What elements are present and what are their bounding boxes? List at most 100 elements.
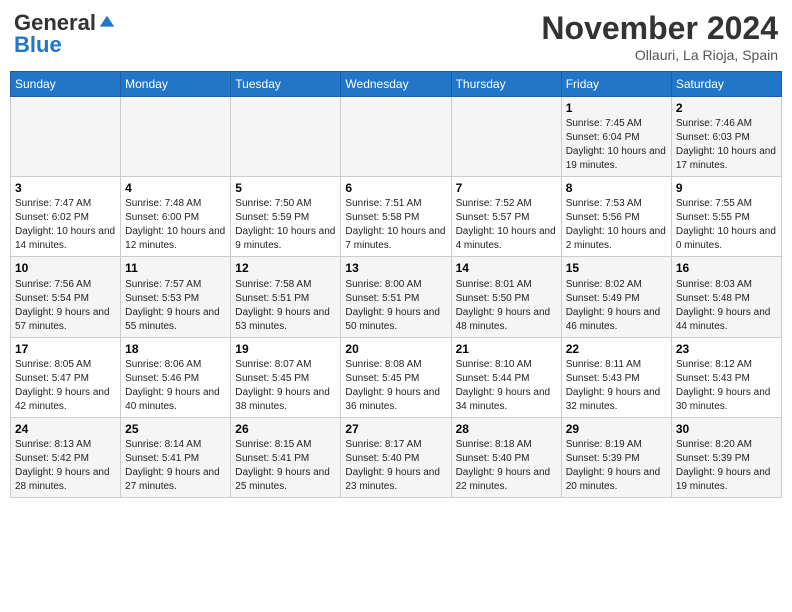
calendar-cell: 12Sunrise: 7:58 AMSunset: 5:51 PMDayligh…	[231, 257, 341, 337]
day-number: 23	[676, 341, 777, 357]
day-number: 4	[125, 180, 226, 196]
calendar-week-row: 17Sunrise: 8:05 AMSunset: 5:47 PMDayligh…	[11, 337, 782, 417]
calendar-cell	[121, 97, 231, 177]
calendar-week-row: 24Sunrise: 8:13 AMSunset: 5:42 PMDayligh…	[11, 417, 782, 497]
day-number: 28	[456, 421, 557, 437]
day-number: 19	[235, 341, 336, 357]
weekday-header-row: SundayMondayTuesdayWednesdayThursdayFrid…	[11, 72, 782, 97]
weekday-header-thursday: Thursday	[451, 72, 561, 97]
calendar-cell: 20Sunrise: 8:08 AMSunset: 5:45 PMDayligh…	[341, 337, 451, 417]
day-info: Sunrise: 8:11 AMSunset: 5:43 PMDaylight:…	[566, 358, 667, 414]
day-info: Sunrise: 7:46 AMSunset: 6:03 PMDaylight:…	[676, 117, 777, 173]
day-number: 27	[345, 421, 446, 437]
weekday-header-monday: Monday	[121, 72, 231, 97]
day-info: Sunrise: 8:05 AMSunset: 5:47 PMDaylight:…	[15, 358, 116, 414]
weekday-header-friday: Friday	[561, 72, 671, 97]
day-info: Sunrise: 8:03 AMSunset: 5:48 PMDaylight:…	[676, 278, 777, 334]
weekday-header-wednesday: Wednesday	[341, 72, 451, 97]
calendar-cell: 24Sunrise: 8:13 AMSunset: 5:42 PMDayligh…	[11, 417, 121, 497]
day-info: Sunrise: 8:20 AMSunset: 5:39 PMDaylight:…	[676, 438, 777, 494]
day-info: Sunrise: 8:14 AMSunset: 5:41 PMDaylight:…	[125, 438, 226, 494]
calendar-cell: 17Sunrise: 8:05 AMSunset: 5:47 PMDayligh…	[11, 337, 121, 417]
calendar-cell: 14Sunrise: 8:01 AMSunset: 5:50 PMDayligh…	[451, 257, 561, 337]
calendar-cell: 15Sunrise: 8:02 AMSunset: 5:49 PMDayligh…	[561, 257, 671, 337]
day-info: Sunrise: 7:47 AMSunset: 6:02 PMDaylight:…	[15, 197, 116, 253]
day-info: Sunrise: 7:58 AMSunset: 5:51 PMDaylight:…	[235, 278, 336, 334]
day-info: Sunrise: 8:08 AMSunset: 5:45 PMDaylight:…	[345, 358, 446, 414]
day-number: 18	[125, 341, 226, 357]
day-number: 11	[125, 260, 226, 276]
calendar-cell: 18Sunrise: 8:06 AMSunset: 5:46 PMDayligh…	[121, 337, 231, 417]
day-info: Sunrise: 7:50 AMSunset: 5:59 PMDaylight:…	[235, 197, 336, 253]
day-info: Sunrise: 8:12 AMSunset: 5:43 PMDaylight:…	[676, 358, 777, 414]
day-number: 2	[676, 100, 777, 116]
day-info: Sunrise: 8:01 AMSunset: 5:50 PMDaylight:…	[456, 278, 557, 334]
day-info: Sunrise: 8:10 AMSunset: 5:44 PMDaylight:…	[456, 358, 557, 414]
calendar-cell: 21Sunrise: 8:10 AMSunset: 5:44 PMDayligh…	[451, 337, 561, 417]
calendar-cell: 8Sunrise: 7:53 AMSunset: 5:56 PMDaylight…	[561, 177, 671, 257]
day-number: 20	[345, 341, 446, 357]
calendar-cell: 7Sunrise: 7:52 AMSunset: 5:57 PMDaylight…	[451, 177, 561, 257]
day-info: Sunrise: 8:15 AMSunset: 5:41 PMDaylight:…	[235, 438, 336, 494]
calendar-cell: 26Sunrise: 8:15 AMSunset: 5:41 PMDayligh…	[231, 417, 341, 497]
page-header: General Blue November 2024 Ollauri, La R…	[10, 10, 782, 63]
calendar-cell	[341, 97, 451, 177]
day-number: 3	[15, 180, 116, 196]
calendar-cell: 29Sunrise: 8:19 AMSunset: 5:39 PMDayligh…	[561, 417, 671, 497]
day-number: 25	[125, 421, 226, 437]
day-info: Sunrise: 8:19 AMSunset: 5:39 PMDaylight:…	[566, 438, 667, 494]
day-number: 8	[566, 180, 667, 196]
weekday-header-saturday: Saturday	[671, 72, 781, 97]
day-info: Sunrise: 8:06 AMSunset: 5:46 PMDaylight:…	[125, 358, 226, 414]
calendar-week-row: 3Sunrise: 7:47 AMSunset: 6:02 PMDaylight…	[11, 177, 782, 257]
day-number: 29	[566, 421, 667, 437]
calendar-cell: 4Sunrise: 7:48 AMSunset: 6:00 PMDaylight…	[121, 177, 231, 257]
calendar-cell: 16 Sunrise: 8:03 AMSunset: 5:48 PMDayligh…	[671, 257, 781, 337]
day-info: Sunrise: 7:57 AMSunset: 5:53 PMDaylight:…	[125, 278, 226, 334]
day-number: 10	[15, 260, 116, 276]
day-number: 30	[676, 421, 777, 437]
day-info: Sunrise: 8:00 AMSunset: 5:51 PMDaylight:…	[345, 278, 446, 334]
day-number: 17	[15, 341, 116, 357]
calendar-cell: 9Sunrise: 7:55 AMSunset: 5:55 PMDaylight…	[671, 177, 781, 257]
location: Ollauri, La Rioja, Spain	[541, 47, 778, 63]
calendar-cell: 6Sunrise: 7:51 AMSunset: 5:58 PMDaylight…	[341, 177, 451, 257]
day-info: Sunrise: 7:45 AMSunset: 6:04 PMDaylight:…	[566, 117, 667, 173]
calendar-cell	[231, 97, 341, 177]
day-info: Sunrise: 8:13 AMSunset: 5:42 PMDaylight:…	[15, 438, 116, 494]
day-info: Sunrise: 7:53 AMSunset: 5:56 PMDaylight:…	[566, 197, 667, 253]
day-number: 6	[345, 180, 446, 196]
calendar-cell: 23Sunrise: 8:12 AMSunset: 5:43 PMDayligh…	[671, 337, 781, 417]
month-title: November 2024	[541, 10, 778, 47]
day-info: Sunrise: 8:17 AMSunset: 5:40 PMDaylight:…	[345, 438, 446, 494]
calendar-cell: 28Sunrise: 8:18 AMSunset: 5:40 PMDayligh…	[451, 417, 561, 497]
day-number: 7	[456, 180, 557, 196]
day-number: 16	[676, 260, 777, 276]
logo-icon	[98, 14, 116, 32]
logo-blue-text: Blue	[14, 32, 62, 58]
calendar-cell: 11 Sunrise: 7:57 AMSunset: 5:53 PMDayligh…	[121, 257, 231, 337]
title-block: November 2024 Ollauri, La Rioja, Spain	[541, 10, 778, 63]
calendar-cell: 19Sunrise: 8:07 AMSunset: 5:45 PMDayligh…	[231, 337, 341, 417]
day-number: 21	[456, 341, 557, 357]
calendar-cell: 2Sunrise: 7:46 AMSunset: 6:03 PMDaylight…	[671, 97, 781, 177]
calendar-cell: 1Sunrise: 7:45 AMSunset: 6:04 PMDaylight…	[561, 97, 671, 177]
calendar-cell: 22Sunrise: 8:11 AMSunset: 5:43 PMDayligh…	[561, 337, 671, 417]
day-number: 1	[566, 100, 667, 116]
calendar-cell	[11, 97, 121, 177]
day-info: Sunrise: 8:18 AMSunset: 5:40 PMDaylight:…	[456, 438, 557, 494]
day-info: Sunrise: 8:02 AMSunset: 5:49 PMDaylight:…	[566, 278, 667, 334]
day-info: Sunrise: 8:07 AMSunset: 5:45 PMDaylight:…	[235, 358, 336, 414]
calendar-cell: 10Sunrise: 7:56 AMSunset: 5:54 PMDayligh…	[11, 257, 121, 337]
calendar-cell: 30Sunrise: 8:20 AMSunset: 5:39 PMDayligh…	[671, 417, 781, 497]
day-number: 13	[345, 260, 446, 276]
calendar-week-row: 10Sunrise: 7:56 AMSunset: 5:54 PMDayligh…	[11, 257, 782, 337]
day-number: 22	[566, 341, 667, 357]
calendar-cell	[451, 97, 561, 177]
day-number: 24	[15, 421, 116, 437]
weekday-header-tuesday: Tuesday	[231, 72, 341, 97]
day-number: 26	[235, 421, 336, 437]
day-number: 5	[235, 180, 336, 196]
calendar-cell: 27Sunrise: 8:17 AMSunset: 5:40 PMDayligh…	[341, 417, 451, 497]
logo: General Blue	[14, 10, 116, 58]
